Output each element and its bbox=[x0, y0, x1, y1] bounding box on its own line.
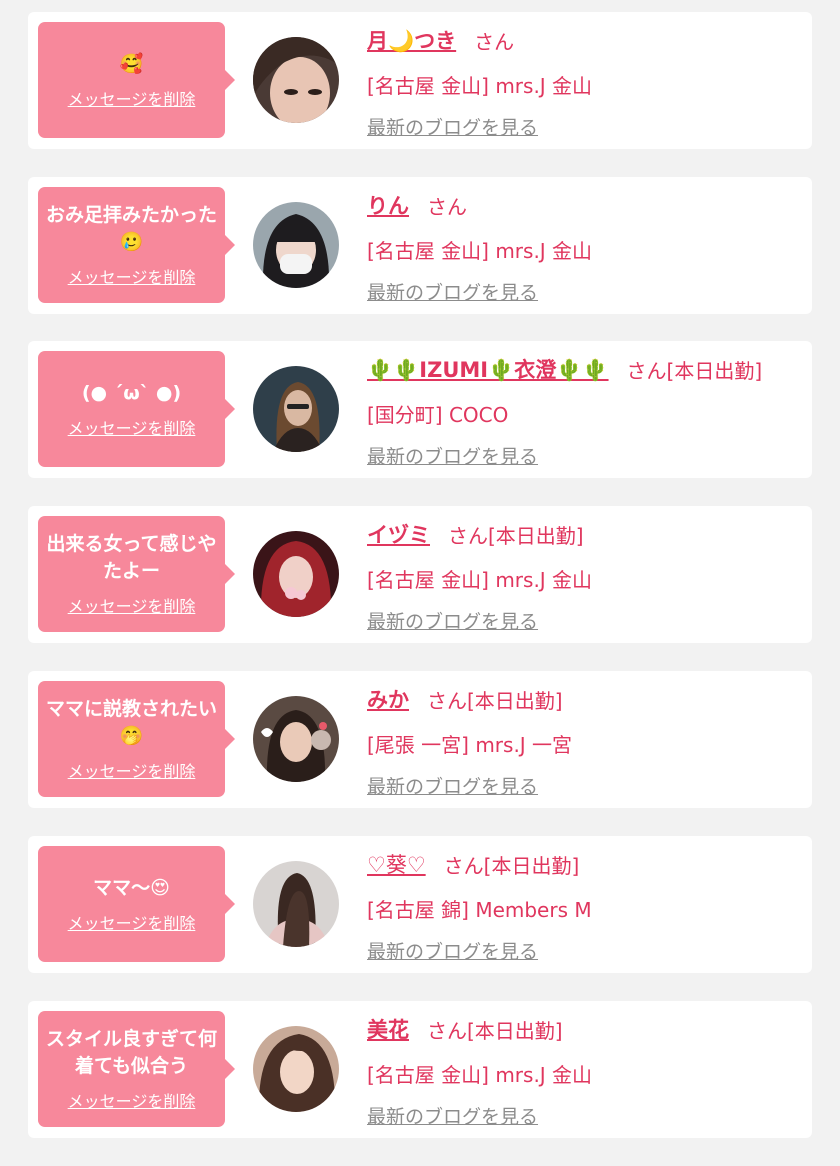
latest-blog-link[interactable]: 最新のブログを見る bbox=[367, 113, 538, 140]
message-card: スタイル良すぎて何着ても似合う メッセージを削除 美花 さん[本日出勤] [名古… bbox=[28, 1001, 812, 1138]
latest-blog-link[interactable]: 最新のブログを見る bbox=[367, 772, 538, 799]
user-suffix: さん[本日出勤] bbox=[427, 1018, 563, 1043]
message-card: 出来る女って感じやたよー メッセージを削除 イヅミ さん[本日出勤] [名古屋 … bbox=[28, 506, 812, 643]
avatar[interactable] bbox=[253, 861, 339, 947]
latest-blog-link[interactable]: 最新のブログを見る bbox=[367, 607, 538, 634]
shop-label: [名古屋 錦] Members M bbox=[367, 898, 592, 922]
message-text: ママに説教されたい🤭 bbox=[46, 698, 218, 747]
user-suffix: さん bbox=[427, 194, 467, 219]
user-name-link[interactable]: 月🌙つき bbox=[367, 25, 456, 55]
avatar[interactable] bbox=[253, 531, 339, 617]
message-bubble: スタイル良すぎて何着ても似合う メッセージを削除 bbox=[38, 1011, 235, 1127]
avatar[interactable] bbox=[253, 202, 339, 288]
shop-label: [国分町] COCO bbox=[367, 403, 509, 427]
delete-message-link[interactable]: メッセージを削除 bbox=[68, 86, 196, 110]
shop-label: [名古屋 金山] mrs.J 金山 bbox=[367, 1063, 593, 1087]
message-bubble: (● ˊωˋ ●) メッセージを削除 bbox=[38, 351, 235, 467]
message-card: ママ〜😍 メッセージを削除 ♡葵♡ さん[本日出勤] [名古屋 錦] Membe… bbox=[28, 836, 812, 973]
user-name-link[interactable]: りん bbox=[367, 190, 409, 220]
user-name-link[interactable]: ♡葵♡ bbox=[367, 849, 426, 879]
shop-label: [名古屋 金山] mrs.J 金山 bbox=[367, 74, 593, 98]
user-suffix: さん[本日出勤] bbox=[443, 853, 580, 878]
latest-blog-link[interactable]: 最新のブログを見る bbox=[367, 1102, 538, 1129]
message-card: ママに説教されたい🤭 メッセージを削除 みか さん[本日出勤] [尾張 一宮] … bbox=[28, 671, 812, 808]
latest-blog-link[interactable]: 最新のブログを見る bbox=[367, 937, 538, 964]
avatar[interactable] bbox=[253, 37, 339, 123]
message-text: (● ˊωˋ ●) bbox=[81, 381, 182, 404]
shop-label: [名古屋 金山] mrs.J 金山 bbox=[367, 568, 593, 592]
message-text: 🥰 bbox=[119, 52, 144, 75]
message-card: (● ˊωˋ ●) メッセージを削除 🌵🌵IZUMI🌵衣澄🌵🌵 さん[本日出勤]… bbox=[28, 341, 812, 478]
message-text: 出来る女って感じやたよー bbox=[46, 533, 217, 582]
user-suffix: さん[本日出勤] bbox=[448, 523, 584, 548]
message-bubble: おみ足拝みたかった🥲 メッセージを削除 bbox=[38, 187, 235, 303]
latest-blog-link[interactable]: 最新のブログを見る bbox=[367, 278, 538, 305]
user-suffix: さん[本日出勤] bbox=[427, 688, 563, 713]
message-list: 🥰 メッセージを削除 月🌙つき さん [名古屋 金山] mrs.J 金山 最新の… bbox=[0, 0, 840, 1166]
shop-label: [尾張 一宮] mrs.J 一宮 bbox=[367, 733, 573, 757]
user-name-link[interactable]: イヅミ bbox=[367, 519, 430, 549]
message-text: おみ足拝みたかった🥲 bbox=[46, 204, 218, 253]
delete-message-link[interactable]: メッセージを削除 bbox=[68, 758, 196, 782]
user-name-link[interactable]: 美花 bbox=[367, 1014, 409, 1044]
user-name-link[interactable]: みか bbox=[367, 684, 409, 714]
user-name-link[interactable]: 🌵🌵IZUMI🌵衣澄🌵🌵 bbox=[367, 354, 609, 384]
latest-blog-link[interactable]: 最新のブログを見る bbox=[367, 442, 538, 469]
delete-message-link[interactable]: メッセージを削除 bbox=[68, 593, 196, 617]
delete-message-link[interactable]: メッセージを削除 bbox=[68, 910, 196, 934]
avatar[interactable] bbox=[253, 1026, 339, 1112]
message-card: 🥰 メッセージを削除 月🌙つき さん [名古屋 金山] mrs.J 金山 最新の… bbox=[28, 12, 812, 149]
delete-message-link[interactable]: メッセージを削除 bbox=[68, 415, 196, 439]
shop-label: [名古屋 金山] mrs.J 金山 bbox=[367, 239, 593, 263]
delete-message-link[interactable]: メッセージを削除 bbox=[68, 1088, 196, 1112]
user-suffix: さん[本日出勤] bbox=[626, 358, 763, 383]
avatar[interactable] bbox=[253, 696, 339, 782]
avatar[interactable] bbox=[253, 366, 339, 452]
message-bubble: ママに説教されたい🤭 メッセージを削除 bbox=[38, 681, 235, 797]
message-text: ママ〜😍 bbox=[93, 876, 170, 899]
message-bubble: ママ〜😍 メッセージを削除 bbox=[38, 846, 235, 962]
message-bubble: 🥰 メッセージを削除 bbox=[38, 22, 235, 138]
delete-message-link[interactable]: メッセージを削除 bbox=[68, 264, 196, 288]
message-text: スタイル良すぎて何着ても似合う bbox=[46, 1028, 218, 1077]
message-card: おみ足拝みたかった🥲 メッセージを削除 りん さん [名古屋 金山] mrs.J… bbox=[28, 177, 812, 314]
user-suffix: さん bbox=[474, 29, 515, 54]
message-bubble: 出来る女って感じやたよー メッセージを削除 bbox=[38, 516, 235, 632]
